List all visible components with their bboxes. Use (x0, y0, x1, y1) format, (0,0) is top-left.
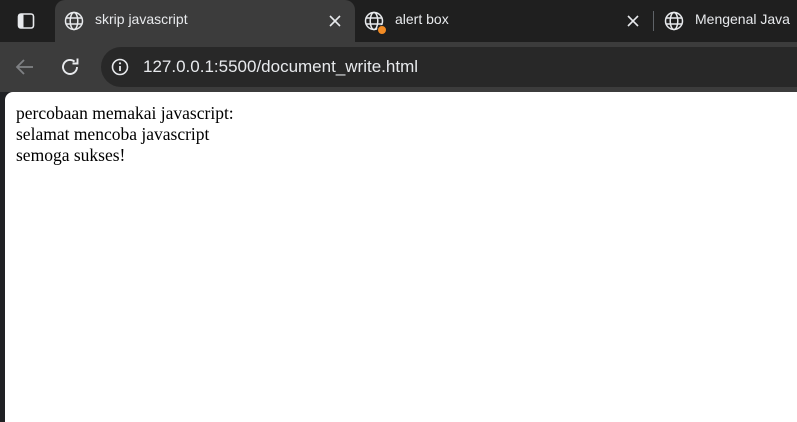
reload-icon[interactable] (58, 55, 82, 79)
tab-title: alert box (395, 11, 449, 27)
tab-mengenal-java[interactable]: Mengenal Java (655, 0, 797, 42)
globe-icon (64, 11, 84, 31)
toolbar: 127.0.0.1:5500/document_write.html (0, 42, 797, 92)
page-text-line: selamat mencoba javascript (16, 124, 210, 144)
tab-separator (653, 11, 654, 31)
tab-actions-icon (17, 13, 35, 29)
tab-strip: skrip javascript alert box Mengenal Java (0, 0, 797, 42)
notification-dot (377, 25, 387, 35)
tab-title: skrip javascript (95, 11, 188, 27)
page-viewport: percobaan memakai javascript: selamat me… (5, 92, 797, 422)
page-text-line: semoga sukses! (16, 145, 126, 165)
close-tab-icon[interactable] (327, 13, 343, 29)
tab-alert-box[interactable]: alert box (355, 0, 653, 42)
tab-title: Mengenal Java (695, 11, 790, 27)
tab-skrip-javascript[interactable]: skrip javascript (55, 0, 355, 42)
page-text-line: percobaan memakai javascript: (16, 103, 234, 123)
page-content: percobaan memakai javascript: selamat me… (16, 103, 234, 166)
address-bar[interactable]: 127.0.0.1:5500/document_write.html (101, 47, 797, 87)
back-arrow-icon[interactable] (13, 55, 37, 79)
site-info-icon[interactable] (111, 58, 129, 76)
url-text[interactable]: 127.0.0.1:5500/document_write.html (143, 57, 418, 77)
tab-actions-button[interactable] (8, 8, 44, 34)
globe-icon (664, 11, 684, 31)
close-tab-icon[interactable] (625, 13, 641, 29)
browser-window: skrip javascript alert box Mengenal Java… (0, 0, 797, 422)
